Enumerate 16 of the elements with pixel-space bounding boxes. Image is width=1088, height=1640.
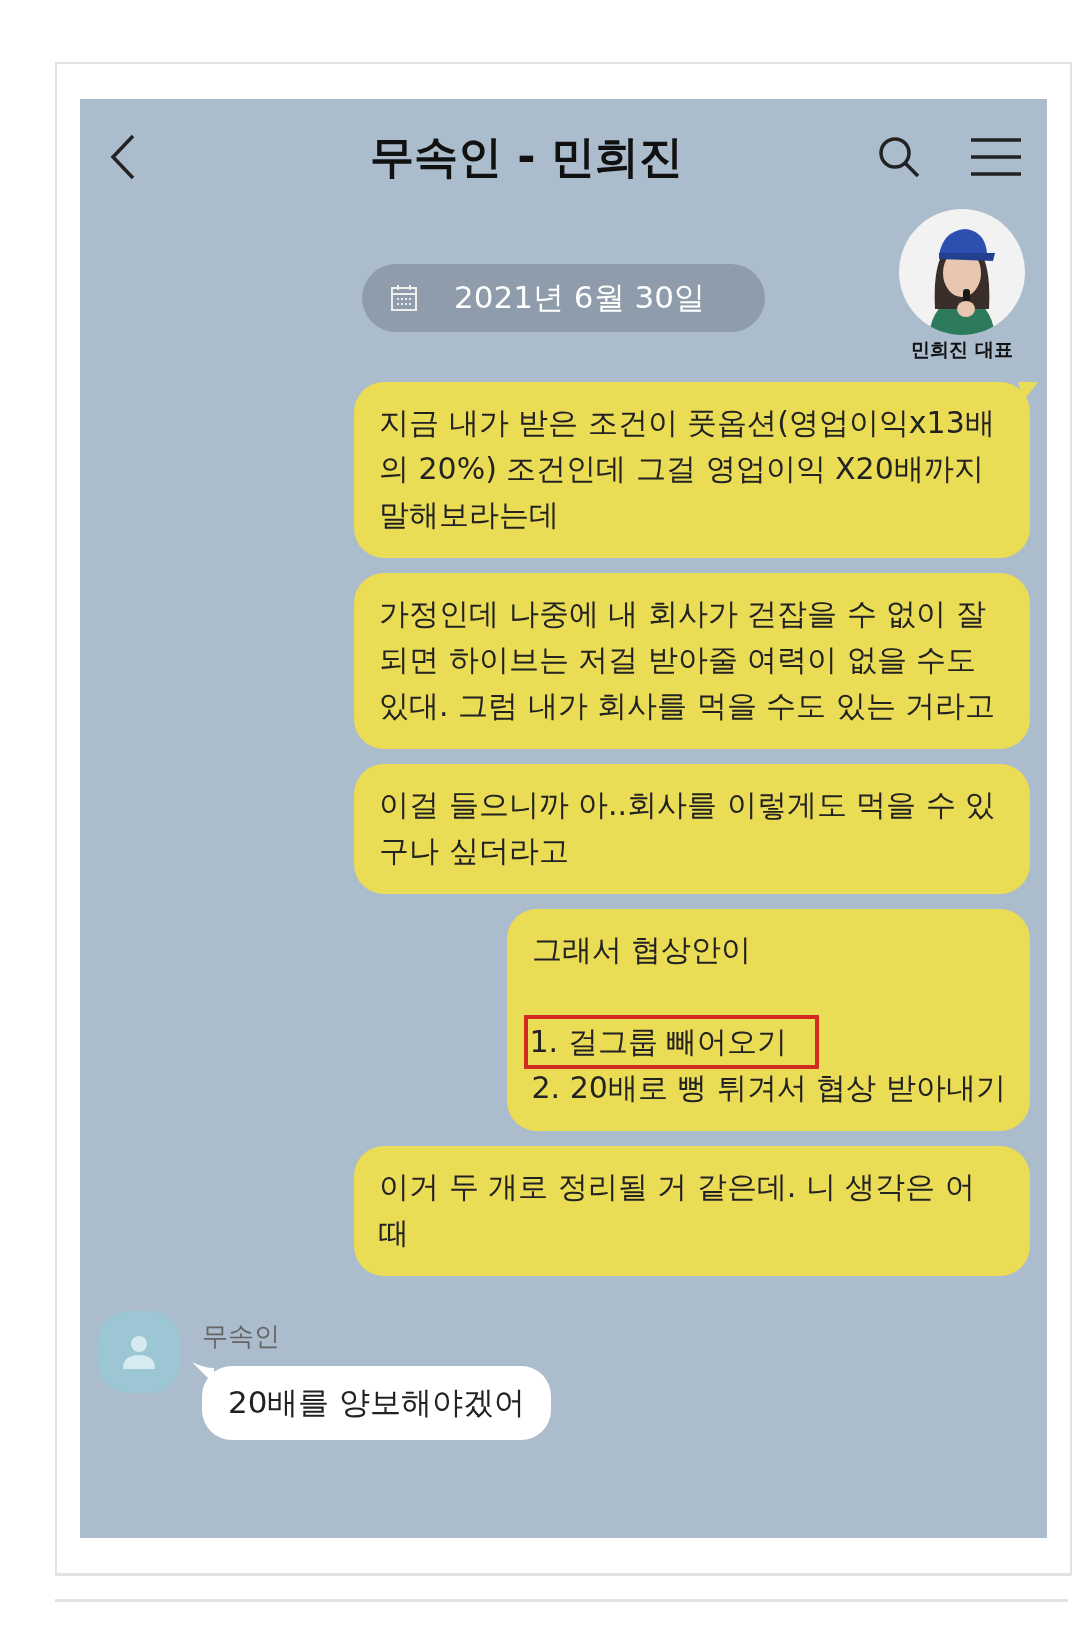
message-text: 그래서 협상안이 — [531, 931, 753, 969]
calendar-icon — [390, 284, 419, 312]
message-bubble: 가정인데 나중에 내 회사가 걷잡을 수 없이 잘 되면 하이브는 저걸 받아줄 여력이 없을 수도 있대. 그럼 내가 회사를 먹을 수도 있는 거라고 — [354, 573, 1030, 749]
photo-caption: 민희진 대표 — [911, 337, 1013, 361]
person-icon — [120, 1333, 158, 1371]
message-bubble: 이걸 들으니까 아..회사를 이렇게도 먹을 수 있구나 싶더라고 — [354, 764, 1030, 894]
message-bubble: 지금 내가 받은 조건이 풋옵션(영업이익x13배의 20%) 조건인데 그걸 영업이익 X20배까지 말해보라는데 — [354, 382, 1030, 558]
menu-icon[interactable] — [971, 138, 1021, 176]
list-item: 2. 20배로 뻥 튀겨서 협상 받아내기 — [531, 1069, 1006, 1107]
sender-name: 무속인 — [202, 1320, 281, 1353]
message-bubble: 20배를 양보해야겠어 — [202, 1366, 552, 1440]
chat-title: 무속인 - 민희진 — [369, 129, 684, 184]
search-icon[interactable] — [877, 135, 921, 179]
message-bubble: 이거 두 개로 정리될 거 같은데. 니 생각은 어때 — [354, 1146, 1030, 1276]
back-icon[interactable] — [110, 134, 136, 180]
date-divider: 2021년 6월 30일 — [362, 264, 765, 332]
